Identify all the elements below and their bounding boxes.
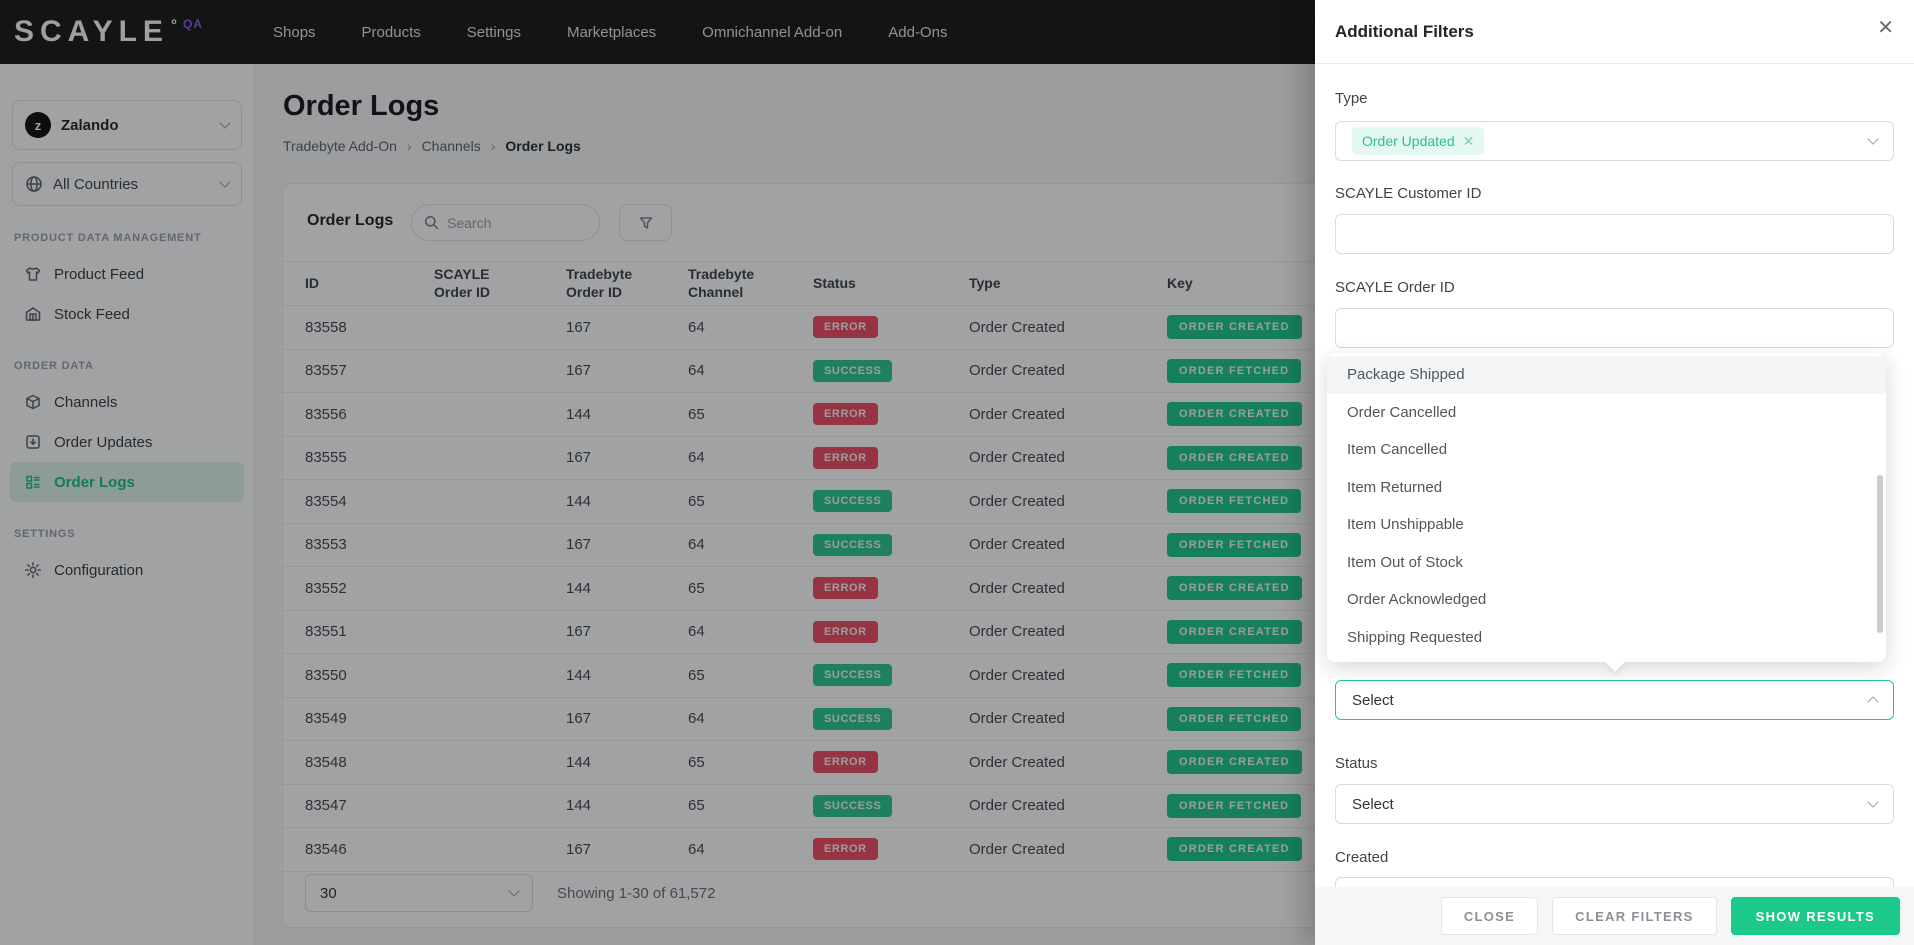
status-select-value: Select — [1352, 795, 1394, 813]
type-filter-tag: Order Updated ✕ — [1352, 127, 1485, 155]
type-field-label: Type — [1335, 90, 1368, 107]
clear-filters-button[interactable]: CLEAR FILTERS — [1552, 897, 1717, 935]
customer-id-input[interactable] — [1335, 214, 1894, 254]
dropdown-scrollbar[interactable] — [1877, 475, 1883, 633]
dropdown-option[interactable]: Order Acknowledged — [1327, 581, 1886, 619]
panel-title: Additional Filters — [1335, 22, 1474, 41]
show-results-button[interactable]: SHOW RESULTS — [1730, 897, 1900, 935]
dropdown-option[interactable]: Item Cancelled — [1327, 431, 1886, 469]
type-multiselect[interactable]: Order Updated ✕ — [1335, 121, 1894, 161]
order-id-label: SCAYLE Order ID — [1335, 279, 1455, 296]
tag-label: Order Updated — [1362, 133, 1455, 149]
app-window: SCAYLE ° QA Shops Products Settings Marketp… — [0, 0, 1914, 945]
created-field-label: Created — [1335, 849, 1389, 866]
dropdown-option[interactable]: Order Cancelled — [1327, 394, 1886, 432]
order-id-input[interactable] — [1335, 308, 1894, 348]
dropdown-option[interactable]: Item Out of Stock — [1327, 544, 1886, 582]
chevron-up-icon — [1867, 696, 1879, 708]
close-button[interactable]: CLOSE — [1440, 897, 1539, 935]
close-icon[interactable]: ✕ — [1877, 18, 1894, 38]
status-field-label: Status — [1335, 755, 1378, 772]
key-select[interactable]: Select — [1335, 680, 1894, 720]
panel-footer: CLOSE CLEAR FILTERS SHOW RESULTS — [1315, 887, 1914, 945]
panel-header: Additional Filters ✕ — [1315, 0, 1914, 64]
additional-filters-panel: Additional Filters ✕ Type Order Updated … — [1315, 0, 1914, 945]
status-select[interactable]: Select — [1335, 784, 1894, 824]
dropdown-option[interactable]: Package Shipped — [1327, 356, 1886, 394]
remove-tag-icon[interactable]: ✕ — [1463, 134, 1475, 148]
dropdown-option[interactable]: Item Unshippable — [1327, 506, 1886, 544]
chevron-down-icon — [1867, 133, 1879, 145]
chevron-down-icon — [1867, 796, 1879, 808]
key-options-dropdown: Package Shipped Order Cancelled Item Cance… — [1327, 353, 1886, 662]
key-select-value: Select — [1352, 691, 1394, 709]
dropdown-option[interactable]: Item Returned — [1327, 469, 1886, 507]
customer-id-label: SCAYLE Customer ID — [1335, 185, 1482, 202]
dropdown-option[interactable]: Shipping Requested — [1327, 619, 1886, 657]
